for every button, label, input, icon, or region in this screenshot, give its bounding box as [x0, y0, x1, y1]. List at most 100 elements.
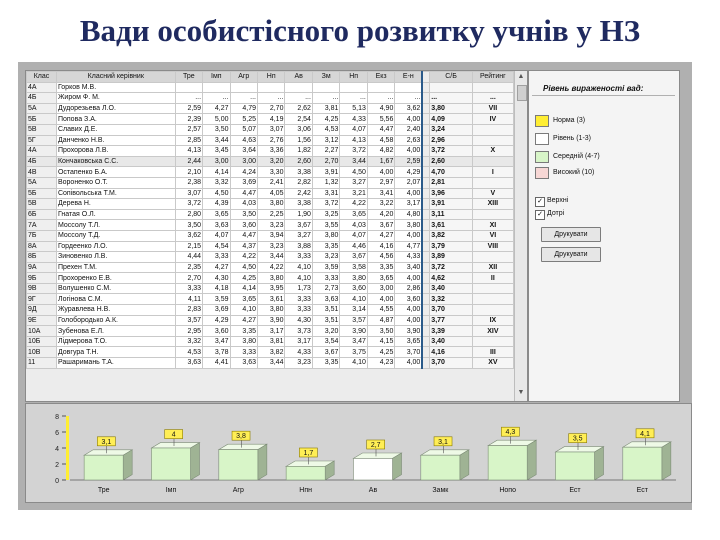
- cell-score[interactable]: 3,50: [202, 123, 231, 136]
- cell-class[interactable]: 6Б: [26, 208, 57, 221]
- cell-rating[interactable]: XI: [471, 219, 515, 231]
- cell-rating[interactable]: I: [471, 166, 515, 178]
- cell-score[interactable]: 2,62: [284, 102, 313, 115]
- cell-score[interactable]: 3,61: [256, 293, 286, 306]
- cell-teacher[interactable]: Данченко Н.В.: [55, 134, 176, 147]
- cell-score[interactable]: 4,05: [256, 187, 286, 200]
- cell-class[interactable]: 4А: [26, 145, 57, 157]
- cell-teacher[interactable]: Гордеенко Л.О.: [55, 240, 176, 253]
- cell-score[interactable]: 3,80: [311, 229, 341, 242]
- scroll-down-icon[interactable]: ▼: [517, 389, 525, 397]
- cell-score[interactable]: 4,58: [366, 134, 396, 147]
- cell-average[interactable]: 4,09: [429, 113, 473, 125]
- cell-teacher[interactable]: Журавлева Н.В.: [55, 304, 176, 316]
- cell-score[interactable]: 2,54: [284, 113, 313, 125]
- cell-score[interactable]: 3,63: [174, 357, 204, 369]
- checkbox-upper[interactable]: ✓: [535, 197, 545, 207]
- cell-score[interactable]: 3,55: [311, 219, 341, 231]
- cell-score[interactable]: 3,30: [256, 166, 286, 178]
- cell-teacher[interactable]: Прохорова Л.В.: [55, 145, 176, 157]
- cell-score[interactable]: 4,50: [229, 261, 259, 274]
- cell-score[interactable]: 4,00: [366, 293, 396, 306]
- table-row[interactable]: 4А Прохорова Л.В. 4,13 3,45 3,64 3,36 1,82 2,27…: [26, 145, 515, 157]
- cell-score[interactable]: 4,27: [229, 314, 259, 327]
- table-row[interactable]: 5Б Попова З.А. 2,39 5,00 5,25 4,19 2,54 4,25 4,3…: [26, 113, 515, 125]
- cell-score[interactable]: 3,69: [229, 176, 259, 189]
- cell-score[interactable]: 2,70: [311, 155, 341, 168]
- cell-score[interactable]: 2,95: [174, 325, 204, 337]
- cell-score[interactable]: 3,23: [284, 357, 313, 369]
- cell-score[interactable]: 2,80: [174, 208, 204, 221]
- cell-rating[interactable]: II: [471, 272, 515, 284]
- table-row[interactable]: 8Б Зиновенко Л.В. 4,44 3,33 4,22 3,44 3,33 3,23…: [26, 251, 515, 263]
- table-row[interactable]: 6Б Гнатая О.Л. 2,80 3,65 3,50 2,25 1,90 3,25 3,6…: [26, 208, 515, 221]
- cell-score[interactable]: [311, 81, 341, 94]
- cell-teacher[interactable]: Прехен Т.М.: [55, 261, 176, 274]
- cell-score[interactable]: 4,46: [339, 240, 368, 253]
- cell-score[interactable]: 4,27: [202, 102, 231, 115]
- cell-score[interactable]: 2,63: [394, 134, 423, 147]
- cell-score[interactable]: 4,00: [394, 357, 423, 369]
- cell-score[interactable]: 4,27: [366, 229, 396, 242]
- cell-score[interactable]: [339, 81, 368, 94]
- cell-score[interactable]: [366, 81, 396, 94]
- cell-average[interactable]: 3,82: [429, 229, 473, 242]
- cell-average[interactable]: 3,40: [429, 335, 473, 348]
- cell-score[interactable]: 3,60: [202, 325, 231, 337]
- cell-score[interactable]: 3,65: [394, 335, 423, 348]
- column-header[interactable]: Зм: [311, 71, 341, 83]
- cell-score[interactable]: 3,54: [311, 335, 341, 348]
- cell-score[interactable]: ...: [366, 92, 396, 104]
- cell-rating[interactable]: VII: [471, 102, 515, 115]
- cell-score[interactable]: 4,50: [202, 187, 231, 200]
- cell-score[interactable]: 3,41: [366, 187, 396, 200]
- cell-score[interactable]: 4,00: [394, 314, 423, 327]
- cell-score[interactable]: 4,82: [366, 145, 396, 157]
- cell-teacher[interactable]: Дерева Н.: [55, 198, 176, 210]
- cell-average[interactable]: 3,32: [429, 293, 473, 306]
- cell-score[interactable]: 1,90: [284, 208, 313, 221]
- cell-score[interactable]: 4,03: [339, 219, 368, 231]
- cell-score[interactable]: 3,38: [284, 198, 313, 210]
- cell-score[interactable]: 3,69: [202, 304, 231, 316]
- table-row[interactable]: 9А Прехен Т.М. 2,35 4,27 4,50 4,22 4,10 3,59 3,5…: [26, 261, 515, 274]
- cell-score[interactable]: 4,79: [229, 102, 259, 115]
- cell-score[interactable]: 3,20: [311, 325, 341, 337]
- table-row[interactable]: 9Д Журавлева Н.В. 2,83 3,69 4,10 3,80 3,33 3,51…: [26, 304, 515, 316]
- cell-score[interactable]: 3,40: [394, 261, 423, 274]
- table-row[interactable]: 4Б Кончаковська С.С. 2,44 3,00 3,00 3,20 2,60 2…: [26, 155, 515, 168]
- cell-score[interactable]: 2,40: [394, 123, 423, 136]
- cell-teacher[interactable]: Остапенко Б.А.: [55, 166, 176, 178]
- cell-score[interactable]: 2,73: [311, 282, 341, 295]
- cell-score[interactable]: 3,35: [366, 261, 396, 274]
- cell-rating[interactable]: IX: [471, 314, 515, 327]
- cell-score[interactable]: ...: [284, 92, 313, 104]
- cell-average[interactable]: 3,89: [429, 251, 473, 263]
- cell-score[interactable]: 4,03: [229, 198, 259, 210]
- cell-score[interactable]: 3,88: [284, 240, 313, 253]
- print-button-2[interactable]: Друкувати: [541, 247, 601, 262]
- cell-score[interactable]: 2,97: [366, 176, 396, 189]
- cell-score[interactable]: 3,80: [229, 335, 259, 348]
- cell-score[interactable]: 3,38: [284, 166, 313, 178]
- table-row[interactable]: 7Б Моссолу Т.Д. 3,62 4,07 4,47 3,94 3,27 3,80 4,…: [26, 229, 515, 242]
- cell-rating[interactable]: [471, 293, 515, 306]
- cell-score[interactable]: 3,72: [174, 198, 204, 210]
- cell-score[interactable]: 4,16: [366, 240, 396, 253]
- cell-score[interactable]: 3,90: [256, 314, 286, 327]
- cell-score[interactable]: 5,25: [229, 113, 259, 125]
- cell-score[interactable]: 4,00: [394, 187, 423, 200]
- cell-class[interactable]: 5Г: [26, 134, 57, 147]
- cell-class[interactable]: 7А: [26, 219, 57, 231]
- cell-score[interactable]: 3,59: [202, 293, 231, 306]
- cell-average[interactable]: 3,80: [429, 102, 473, 115]
- cell-class[interactable]: 5В: [26, 123, 57, 136]
- cell-score[interactable]: 3,90: [339, 325, 368, 337]
- cell-score[interactable]: 4,47: [229, 187, 259, 200]
- cell-score[interactable]: 4,22: [229, 251, 259, 263]
- cell-rating[interactable]: X: [471, 145, 515, 157]
- column-header[interactable]: С/Б: [429, 71, 473, 83]
- cell-score[interactable]: 4,55: [366, 304, 396, 316]
- cell-score[interactable]: 3,80: [256, 198, 286, 210]
- cell-score[interactable]: 3,51: [311, 314, 341, 327]
